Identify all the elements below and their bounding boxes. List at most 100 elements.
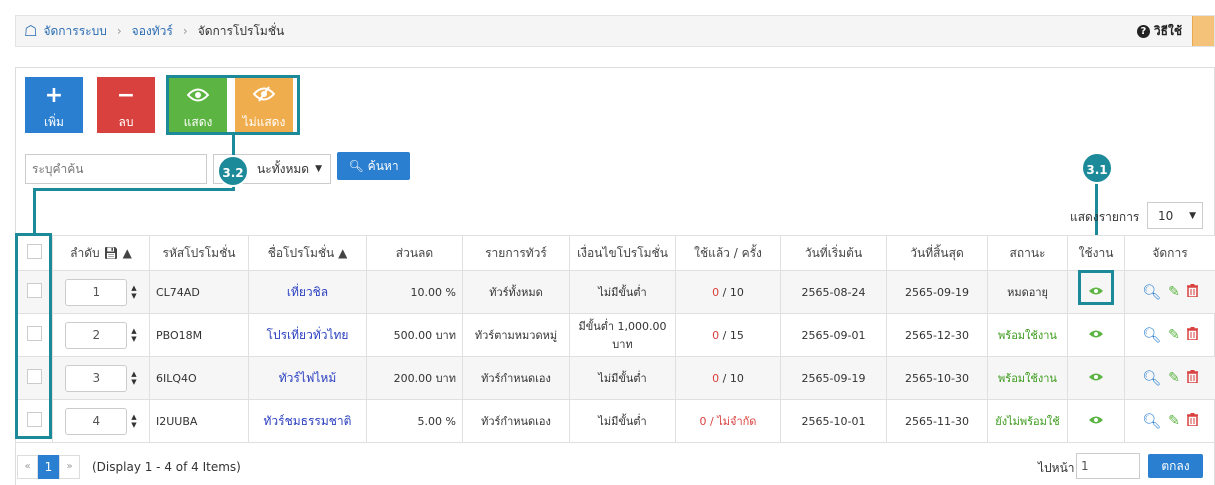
- sort-up-icon: ▲: [122, 245, 132, 260]
- annotation-connector: [33, 188, 235, 191]
- promo-condition: ไม่มีขั้นต่ำ: [569, 399, 676, 443]
- order-input[interactable]: 2: [65, 321, 128, 349]
- edit-icon[interactable]: ✎: [1168, 413, 1180, 429]
- search-button[interactable]: 🔍︎ ค้นหา: [337, 152, 410, 180]
- active-cell: [1067, 313, 1125, 357]
- promo-end: 2565-09-19: [886, 270, 988, 314]
- active-cell: [1067, 356, 1125, 400]
- order-spinner[interactable]: ▲ ▼: [131, 284, 136, 300]
- header-name-label: ชื่อโปรโมชั่น: [267, 245, 335, 260]
- promo-status: พร้อมใช้งาน: [987, 313, 1068, 357]
- order-spinner[interactable]: ▲ ▼: [131, 413, 136, 429]
- promo-name-link[interactable]: เที่ยวชิล: [287, 285, 328, 299]
- add-button[interactable]: + เพิ่ม: [25, 77, 83, 133]
- order-spinner[interactable]: ▲ ▼: [131, 370, 136, 386]
- view-icon[interactable]: 🔍︎: [1142, 412, 1161, 430]
- question-icon: ?: [1136, 24, 1150, 38]
- promo-tours: ทัวร์กำหนดเอง: [462, 399, 570, 443]
- order-input[interactable]: 4: [65, 407, 128, 435]
- trash-icon[interactable]: [1186, 283, 1198, 301]
- trash-icon[interactable]: [1186, 412, 1198, 430]
- sort-up-icon: ▲: [338, 245, 348, 260]
- caret-up-icon[interactable]: ▲: [131, 284, 136, 292]
- promo-discount: 500.00 บาท: [366, 313, 463, 357]
- table-row: 4 ▲ ▼ I2UUBA ทัวร์ชมธรรมชาติ 5.00 % ทัวร์กำหนด…: [15, 399, 1215, 443]
- breadcrumb-tour[interactable]: จองทัวร์: [132, 22, 173, 41]
- caret-up-icon[interactable]: ▲: [131, 327, 136, 335]
- promo-code: 6ILQ4O: [149, 356, 249, 400]
- manage-cell: 🔍︎ ✎: [1124, 399, 1215, 443]
- header-active[interactable]: ใช้งาน: [1067, 235, 1125, 271]
- trash-icon[interactable]: [1186, 369, 1198, 387]
- view-icon[interactable]: 🔍︎: [1142, 369, 1161, 387]
- promo-condition: ไม่มีขั้นต่ำ: [569, 356, 676, 400]
- promo-condition: ไม่มีขั้นต่ำ: [569, 270, 676, 314]
- header-code[interactable]: รหัสโปรโมชั่น: [149, 235, 249, 271]
- edit-icon[interactable]: ✎: [1168, 327, 1180, 343]
- trash-icon[interactable]: [1186, 326, 1198, 344]
- search-input[interactable]: [25, 154, 207, 184]
- caret-up-icon[interactable]: ▲: [131, 413, 136, 421]
- eye-icon[interactable]: [1088, 327, 1104, 343]
- promo-start: 2565-09-01: [780, 313, 887, 357]
- view-icon[interactable]: 🔍︎: [1142, 283, 1161, 301]
- table-row: 2 ▲ ▼ PBO18M โปรเที่ยวทั่วไทย 500.00 บาท ทัวร์…: [15, 313, 1215, 357]
- per-page-select[interactable]: 10 ▼: [1147, 202, 1203, 229]
- breadcrumb: ☖ จัดการระบบ › จองทัวร์ › จัดการโปรโมชั่…: [24, 16, 284, 46]
- breadcrumb-system[interactable]: จัดการระบบ: [43, 22, 106, 41]
- promo-name-link[interactable]: โปรเที่ยวทั่วไทย: [267, 328, 349, 342]
- header-start[interactable]: วันที่เริ่มต้น: [780, 235, 887, 271]
- header-discount[interactable]: ส่วนลด: [366, 235, 463, 271]
- order-spinner[interactable]: ▲ ▼: [131, 327, 136, 343]
- breadcrumb-current: จัดการโปรโมชั่น: [197, 23, 285, 38]
- page-button-1[interactable]: 1: [38, 455, 59, 479]
- header-condition[interactable]: เงื่อนไขโปรโมชั่น: [569, 235, 676, 271]
- chevron-right-icon: ›: [116, 24, 122, 38]
- delete-button[interactable]: − ลบ: [97, 77, 155, 133]
- chevron-down-icon: ▼: [1189, 210, 1196, 221]
- caret-up-icon[interactable]: ▲: [131, 370, 136, 378]
- promo-name-link[interactable]: ทัวร์ไฟไหม้: [279, 371, 336, 385]
- promo-tours: ทัวร์กำหนดเอง: [462, 356, 570, 400]
- eye-icon[interactable]: [1088, 413, 1104, 429]
- header-end[interactable]: วันที่สิ้นสุด: [886, 235, 988, 271]
- header-status[interactable]: สถานะ: [987, 235, 1068, 271]
- promo-start: 2565-08-24: [780, 270, 887, 314]
- order-cell: 4 ▲ ▼: [52, 399, 150, 443]
- status-select-value: นะทั้งหมด: [257, 161, 310, 176]
- header-name[interactable]: ชื่อโปรโมชั่น ▲: [248, 235, 367, 271]
- header-tours[interactable]: รายการทัวร์: [462, 235, 570, 271]
- promo-status: ยังไม่พร้อมใช้: [987, 399, 1068, 443]
- header-order[interactable]: ลำดับ 💾︎ ▲: [52, 235, 150, 271]
- order-input[interactable]: 3: [65, 364, 128, 392]
- view-icon[interactable]: 🔍︎: [1142, 326, 1161, 344]
- home-icon[interactable]: ☖: [24, 22, 37, 40]
- prev-page-button[interactable]: «: [17, 455, 38, 479]
- help-link[interactable]: ? วิธีใช้: [1136, 16, 1182, 46]
- save-icon[interactable]: 💾︎: [104, 246, 119, 260]
- annotation-connector: [33, 188, 36, 235]
- help-label: วิธีใช้: [1153, 23, 1182, 38]
- promo-limit: / 10: [719, 371, 744, 385]
- manual-book-button[interactable]: [1192, 16, 1214, 46]
- promo-limit: / 15: [719, 328, 744, 342]
- header-used[interactable]: ใช้แล้ว / ครั้ง: [675, 235, 781, 271]
- add-label: เพิ่ม: [44, 115, 64, 129]
- promo-limit: / 10: [719, 285, 744, 299]
- annotation-highlight-checkboxes: [15, 233, 52, 439]
- goto-page-input[interactable]: 1: [1076, 453, 1140, 479]
- promo-status: พร้อมใช้งาน: [987, 356, 1068, 400]
- table-row: 3 ▲ ▼ 6ILQ4O ทัวร์ไฟไหม้ 200.00 บาท ทัวร์กำหนด…: [15, 356, 1215, 400]
- caret-down-icon[interactable]: ▼: [131, 378, 136, 386]
- goto-page-button[interactable]: ตกลง: [1148, 454, 1203, 478]
- eye-icon[interactable]: [1088, 370, 1104, 386]
- edit-icon[interactable]: ✎: [1168, 370, 1180, 386]
- promo-name-link[interactable]: ทัวร์ชมธรรมชาติ: [264, 414, 352, 428]
- caret-down-icon[interactable]: ▼: [131, 421, 136, 429]
- per-page-value: 10: [1158, 208, 1174, 223]
- order-input[interactable]: 1: [65, 278, 128, 306]
- next-page-button[interactable]: »: [59, 455, 80, 479]
- edit-icon[interactable]: ✎: [1168, 284, 1180, 300]
- caret-down-icon[interactable]: ▼: [131, 292, 136, 300]
- caret-down-icon[interactable]: ▼: [131, 335, 136, 343]
